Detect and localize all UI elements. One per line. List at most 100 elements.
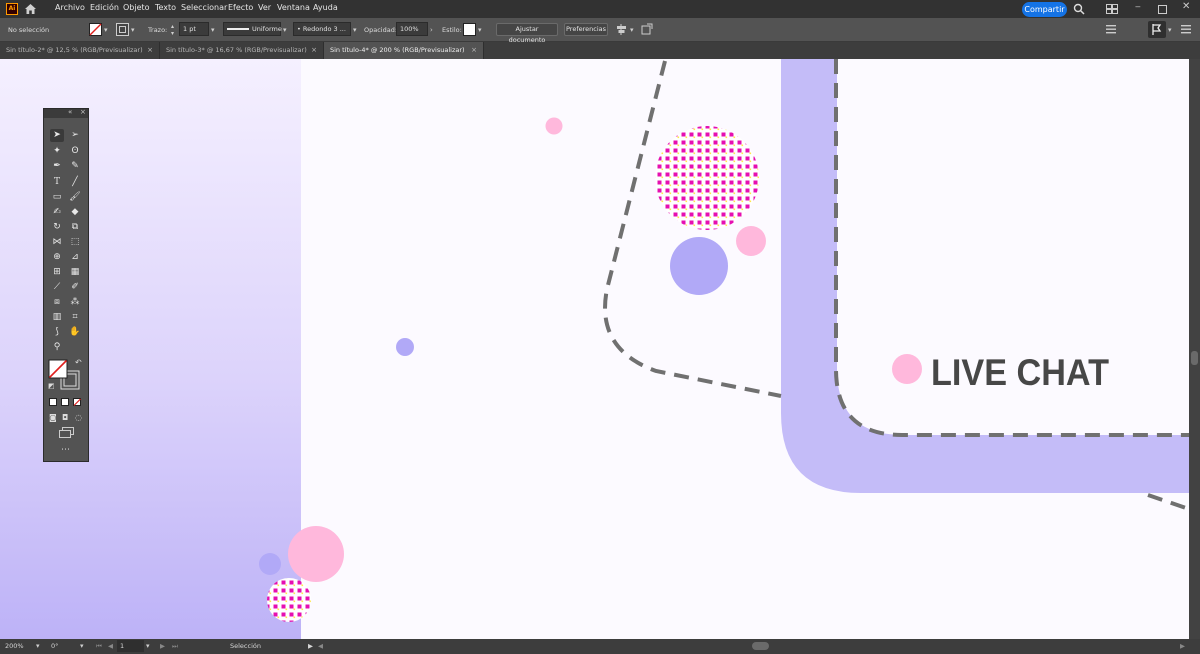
menu-ventana[interactable]: Ventana [277, 3, 310, 12]
hand-tool-icon[interactable]: ✋ [68, 326, 82, 339]
symbol-sprayer-tool-icon[interactable]: ⁂ [68, 296, 82, 309]
align-dropdown-icon[interactable]: ▾ [630, 26, 634, 34]
opacity-input[interactable]: 100% [396, 22, 428, 36]
width-tool-icon[interactable]: ⋈ [50, 236, 64, 249]
stroke-weight-input[interactable]: 1 pt [179, 22, 209, 36]
home-icon[interactable] [24, 3, 37, 15]
magic-wand-tool-icon[interactable]: ✦ [50, 145, 64, 158]
line-tool-icon[interactable]: ╱ [68, 176, 82, 189]
zoom-dropdown-icon[interactable]: ▾ [36, 642, 40, 650]
brush-dropdown-icon[interactable]: ▾ [353, 26, 357, 34]
draw-mode-icon[interactable]: ◙ [49, 413, 57, 422]
close-tab-icon[interactable]: × [471, 42, 477, 59]
align-icon[interactable] [615, 23, 628, 36]
artboard-number-input[interactable]: 1 [117, 640, 144, 652]
rotation-dropdown-icon[interactable]: ▾ [80, 642, 84, 650]
scale-tool-icon[interactable]: ⧉ [68, 221, 82, 234]
mesh-tool-icon[interactable]: ⊞ [50, 266, 64, 279]
stroke-stepper-icon[interactable]: ▴ ▾ [171, 23, 174, 37]
lasso-tool-icon[interactable]: ʘ [68, 145, 82, 158]
blend-tool-icon[interactable]: ⧈ [50, 296, 64, 309]
profile-dropdown-icon[interactable]: ▾ [283, 26, 287, 34]
tab-document-3[interactable]: Sin título-3* @ 16,67 % (RGB/Previsualiz… [160, 42, 324, 59]
artboard-canvas[interactable]: LIVE CHAT [0, 59, 1189, 639]
eyedropper-tool-icon[interactable]: ⟋ [50, 281, 64, 294]
menu-edicion[interactable]: Edición [90, 3, 119, 12]
scroll-left-icon[interactable]: ◀ [318, 642, 323, 650]
previous-artboard-icon[interactable]: ◀ [108, 642, 113, 650]
fill-dropdown-icon[interactable]: ▾ [104, 26, 108, 34]
direct-selection-tool-icon[interactable]: ➢ [68, 129, 82, 142]
stroke-profile-select[interactable]: Uniforme [223, 22, 282, 36]
status-arrow-icon[interactable]: ▶ [308, 642, 313, 650]
menu-ayuda[interactable]: Ayuda [313, 3, 338, 12]
stroke-color-swatch[interactable] [116, 23, 129, 36]
close-window-icon[interactable]: ✕ [1182, 1, 1190, 12]
screen-mode-icon[interactable] [59, 427, 75, 439]
panel-menu-icon[interactable] [1105, 23, 1117, 35]
fit-document-button[interactable]: Ajustar documento [496, 23, 558, 44]
menu-ver[interactable]: Ver [258, 3, 271, 12]
fill-color-swatch[interactable] [89, 23, 102, 36]
more-options-icon[interactable] [1180, 23, 1192, 35]
arrange-documents-icon[interactable] [1106, 4, 1118, 14]
swap-fill-stroke-icon[interactable]: ↶ [75, 358, 82, 367]
menu-efecto[interactable]: Efecto [228, 3, 253, 12]
tab-document-2[interactable]: Sin título-2* @ 12,5 % (RGB/Previsualiza… [0, 42, 160, 59]
menu-archivo[interactable]: Archivo [55, 3, 85, 12]
rectangle-tool-icon[interactable]: ▭ [50, 191, 64, 204]
gradient-tool-icon[interactable]: ▦ [68, 266, 82, 279]
rotation-value[interactable]: 0° [51, 642, 58, 650]
scroll-right-icon[interactable]: ▶ [1180, 642, 1185, 650]
style-dropdown-icon[interactable]: ▾ [478, 26, 482, 34]
perspective-grid-tool-icon[interactable]: ⊿ [68, 251, 82, 264]
style-swatch[interactable] [463, 23, 476, 36]
close-tab-icon[interactable]: × [311, 42, 317, 59]
selection-tool-icon[interactable]: ➤ [50, 129, 64, 142]
close-tab-icon[interactable]: × [147, 42, 153, 59]
graph-tool-icon[interactable]: ▥ [50, 311, 64, 324]
arrange-panel-button[interactable] [1148, 21, 1166, 38]
collapse-panel-icon[interactable]: « [68, 108, 72, 116]
draw-inside-icon[interactable]: ◌ [75, 413, 82, 422]
artboard-tool-icon[interactable]: ⌗ [68, 311, 82, 324]
free-transform-tool-icon[interactable]: ⬚ [68, 236, 82, 249]
eraser-tool-icon[interactable]: ◆ [68, 206, 82, 219]
vertical-scroll-thumb[interactable] [1191, 351, 1198, 365]
first-artboard-icon[interactable]: ⏮ [96, 642, 102, 651]
minimize-icon[interactable]: ‒ [1135, 2, 1141, 12]
measure-tool-icon[interactable]: ✐ [68, 281, 82, 294]
menu-texto[interactable]: Texto [155, 3, 176, 12]
vertical-scrollbar[interactable] [1189, 59, 1200, 639]
tab-document-4[interactable]: Sin título-4* @ 200 % (RGB/Previsualizar… [324, 42, 484, 59]
shaper-tool-icon[interactable]: ✍ [50, 206, 64, 219]
shape-builder-tool-icon[interactable]: ⊕ [50, 251, 64, 264]
zoom-level[interactable]: 200% [5, 642, 24, 650]
pen-tool-icon[interactable]: ✒ [50, 160, 64, 173]
stroke-weight-dropdown-icon[interactable]: ▾ [211, 26, 215, 34]
color-mode-buttons[interactable] [49, 398, 85, 407]
artboard-dropdown-icon[interactable]: ▾ [146, 642, 150, 650]
type-tool-icon[interactable]: T [50, 176, 64, 189]
rotate-tool-icon[interactable]: ↻ [50, 221, 64, 234]
close-panel-icon[interactable]: × [80, 108, 86, 116]
curvature-tool-icon[interactable]: ✎ [68, 160, 82, 173]
last-artboard-icon[interactable]: ⏭ [172, 642, 178, 651]
menu-seleccionar[interactable]: Seleccionar [181, 3, 227, 12]
horizontal-scroll-thumb[interactable] [752, 642, 769, 650]
draw-behind-icon[interactable]: ◘ [62, 413, 68, 422]
preferences-button[interactable]: Preferencias [564, 23, 608, 36]
next-artboard-icon[interactable]: ▶ [160, 642, 165, 650]
zoom-tool-icon[interactable]: ⚲ [50, 341, 64, 354]
search-icon[interactable] [1073, 3, 1085, 15]
maximize-icon[interactable] [1158, 5, 1167, 14]
arrange-dropdown-icon[interactable]: ▾ [1168, 26, 1172, 34]
edit-toolbar-icon[interactable]: ⋯ [61, 445, 70, 455]
slice-tool-icon[interactable]: ⟆ [50, 326, 64, 339]
stroke-dropdown-icon[interactable]: ▾ [131, 26, 135, 34]
paintbrush-tool-icon[interactable]: 🖌 [68, 191, 82, 204]
opacity-arrow-icon[interactable]: › [430, 26, 433, 34]
menu-objeto[interactable]: Objeto [123, 3, 150, 12]
transform-icon[interactable] [641, 23, 653, 35]
tools-panel-header[interactable]: « × [44, 108, 88, 118]
